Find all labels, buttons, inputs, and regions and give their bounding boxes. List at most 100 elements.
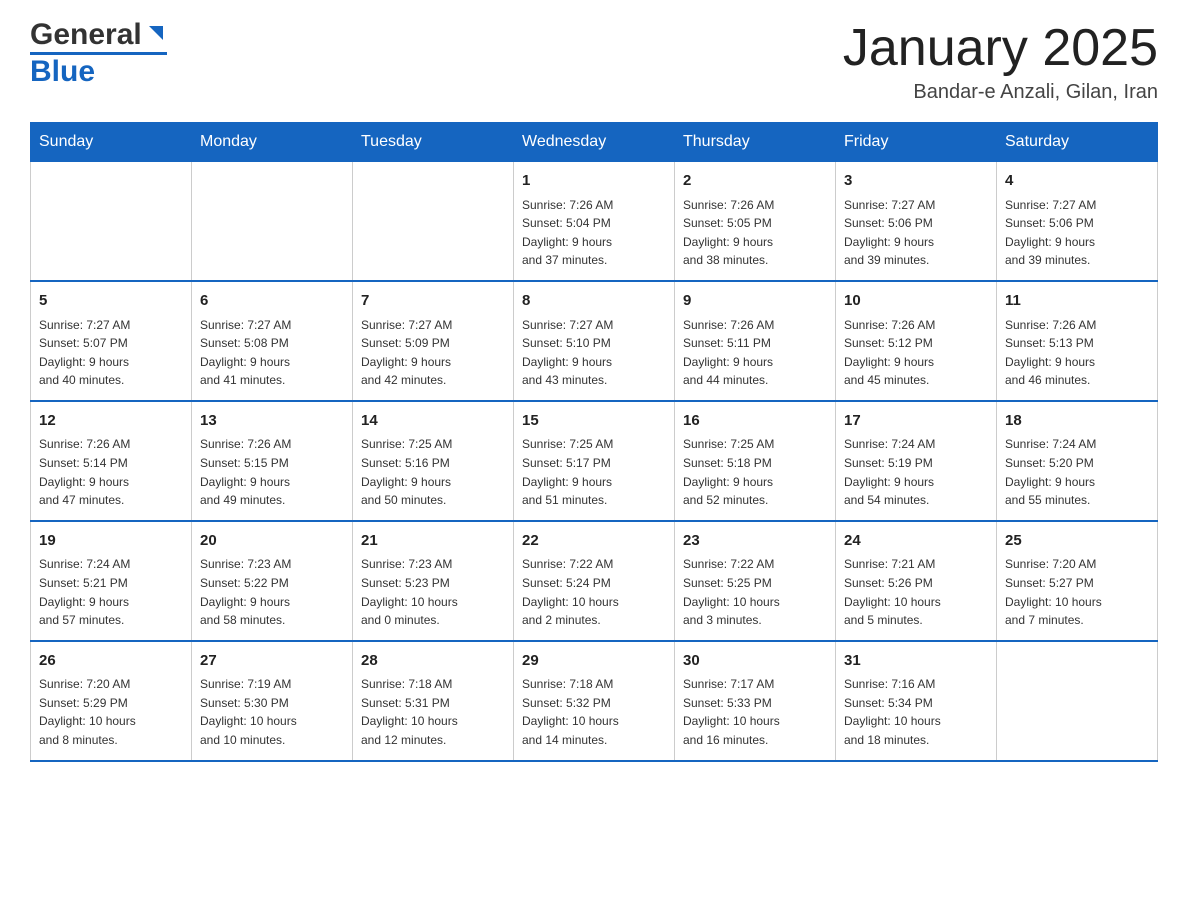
calendar-cell: 23Sunrise: 7:22 AMSunset: 5:25 PMDayligh…: [675, 521, 836, 641]
calendar-cell: 30Sunrise: 7:17 AMSunset: 5:33 PMDayligh…: [675, 641, 836, 761]
day-number: 24: [844, 530, 988, 553]
day-number: 17: [844, 410, 988, 433]
day-info: Sunrise: 7:25 AMSunset: 5:18 PMDaylight:…: [683, 435, 827, 509]
day-number: 13: [200, 410, 344, 433]
calendar-week-row: 19Sunrise: 7:24 AMSunset: 5:21 PMDayligh…: [31, 521, 1158, 641]
day-info: Sunrise: 7:26 AMSunset: 5:04 PMDaylight:…: [522, 196, 666, 270]
calendar-cell: 24Sunrise: 7:21 AMSunset: 5:26 PMDayligh…: [836, 521, 997, 641]
day-number: 4: [1005, 170, 1149, 193]
day-info: Sunrise: 7:26 AMSunset: 5:14 PMDaylight:…: [39, 435, 183, 509]
calendar-cell: 11Sunrise: 7:26 AMSunset: 5:13 PMDayligh…: [997, 281, 1158, 401]
calendar-title: January 2025: [843, 20, 1158, 77]
day-info: Sunrise: 7:20 AMSunset: 5:29 PMDaylight:…: [39, 675, 183, 749]
day-number: 7: [361, 290, 505, 313]
calendar-week-row: 26Sunrise: 7:20 AMSunset: 5:29 PMDayligh…: [31, 641, 1158, 761]
day-number: 20: [200, 530, 344, 553]
day-number: 16: [683, 410, 827, 433]
calendar-cell: [997, 641, 1158, 761]
calendar-cell: 20Sunrise: 7:23 AMSunset: 5:22 PMDayligh…: [192, 521, 353, 641]
calendar-week-row: 5 Sunrise: 7:27 AMSunset: 5:07 PMDaylight…: [31, 281, 1158, 401]
day-info: Sunrise: 7:27 AMSunset: 5:06 PMDaylight:…: [844, 196, 988, 270]
day-info: Sunrise: 7:18 AMSunset: 5:31 PMDaylight:…: [361, 675, 505, 749]
day-info: Sunrise: 7:23 AMSunset: 5:23 PMDaylight:…: [361, 555, 505, 629]
day-info: Sunrise: 7:24 AMSunset: 5:19 PMDaylight:…: [844, 435, 988, 509]
calendar-cell: [31, 162, 192, 281]
day-info: Sunrise: 7:26 AMSunset: 5:15 PMDaylight:…: [200, 435, 344, 509]
calendar-cell: 4 Sunrise: 7:27 AMSunset: 5:06 PMDaylight…: [997, 162, 1158, 281]
day-number: 5: [39, 290, 183, 313]
day-number: 2: [683, 170, 827, 193]
day-info: Sunrise: 7:25 AMSunset: 5:17 PMDaylight:…: [522, 435, 666, 509]
day-number: 3: [844, 170, 988, 193]
calendar-cell: [353, 162, 514, 281]
day-number: 29: [522, 650, 666, 673]
day-number: 21: [361, 530, 505, 553]
calendar-header: Sunday Monday Tuesday Wednesday Thursday…: [31, 123, 1158, 162]
day-info: Sunrise: 7:26 AMSunset: 5:12 PMDaylight:…: [844, 316, 988, 390]
calendar-cell: 31Sunrise: 7:16 AMSunset: 5:34 PMDayligh…: [836, 641, 997, 761]
calendar-cell: 2 Sunrise: 7:26 AMSunset: 5:05 PMDaylight…: [675, 162, 836, 281]
day-number: 6: [200, 290, 344, 313]
header-friday: Friday: [836, 123, 997, 162]
calendar-week-row: 1 Sunrise: 7:26 AMSunset: 5:04 PMDaylight…: [31, 162, 1158, 281]
day-info: Sunrise: 7:20 AMSunset: 5:27 PMDaylight:…: [1005, 555, 1149, 629]
logo-blue: Blue: [30, 55, 95, 89]
day-info: Sunrise: 7:19 AMSunset: 5:30 PMDaylight:…: [200, 675, 344, 749]
day-number: 28: [361, 650, 505, 673]
calendar-cell: 6 Sunrise: 7:27 AMSunset: 5:08 PMDaylight…: [192, 281, 353, 401]
title-area: January 2025 Bandar-e Anzali, Gilan, Ira…: [843, 20, 1158, 104]
day-number: 14: [361, 410, 505, 433]
day-number: 10: [844, 290, 988, 313]
calendar-cell: 28Sunrise: 7:18 AMSunset: 5:31 PMDayligh…: [353, 641, 514, 761]
day-info: Sunrise: 7:24 AMSunset: 5:21 PMDaylight:…: [39, 555, 183, 629]
calendar-subtitle: Bandar-e Anzali, Gilan, Iran: [843, 81, 1158, 104]
calendar-cell: 15Sunrise: 7:25 AMSunset: 5:17 PMDayligh…: [514, 401, 675, 521]
day-info: Sunrise: 7:22 AMSunset: 5:24 PMDaylight:…: [522, 555, 666, 629]
day-info: Sunrise: 7:26 AMSunset: 5:13 PMDaylight:…: [1005, 316, 1149, 390]
calendar-cell: 3 Sunrise: 7:27 AMSunset: 5:06 PMDaylight…: [836, 162, 997, 281]
day-info: Sunrise: 7:26 AMSunset: 5:05 PMDaylight:…: [683, 196, 827, 270]
calendar-cell: 8Sunrise: 7:27 AMSunset: 5:10 PMDaylight…: [514, 281, 675, 401]
header-monday: Monday: [192, 123, 353, 162]
day-number: 8: [522, 290, 666, 313]
calendar-table: Sunday Monday Tuesday Wednesday Thursday…: [30, 122, 1158, 761]
calendar-cell: 1 Sunrise: 7:26 AMSunset: 5:04 PMDaylight…: [514, 162, 675, 281]
day-number: 12: [39, 410, 183, 433]
day-number: 30: [683, 650, 827, 673]
day-info: Sunrise: 7:27 AMSunset: 5:09 PMDaylight:…: [361, 316, 505, 390]
day-info: Sunrise: 7:26 AMSunset: 5:11 PMDaylight:…: [683, 316, 827, 390]
day-info: Sunrise: 7:25 AMSunset: 5:16 PMDaylight:…: [361, 435, 505, 509]
day-info: Sunrise: 7:18 AMSunset: 5:32 PMDaylight:…: [522, 675, 666, 749]
calendar-cell: 17Sunrise: 7:24 AMSunset: 5:19 PMDayligh…: [836, 401, 997, 521]
day-number: 31: [844, 650, 988, 673]
day-info: Sunrise: 7:24 AMSunset: 5:20 PMDaylight:…: [1005, 435, 1149, 509]
day-info: Sunrise: 7:27 AMSunset: 5:08 PMDaylight:…: [200, 316, 344, 390]
day-number: 23: [683, 530, 827, 553]
day-number: 1: [522, 170, 666, 193]
day-info: Sunrise: 7:21 AMSunset: 5:26 PMDaylight:…: [844, 555, 988, 629]
day-info: Sunrise: 7:27 AMSunset: 5:06 PMDaylight:…: [1005, 196, 1149, 270]
calendar-cell: 12Sunrise: 7:26 AMSunset: 5:14 PMDayligh…: [31, 401, 192, 521]
day-info: Sunrise: 7:27 AMSunset: 5:07 PMDaylight:…: [39, 316, 183, 390]
day-number: 27: [200, 650, 344, 673]
calendar-cell: 16Sunrise: 7:25 AMSunset: 5:18 PMDayligh…: [675, 401, 836, 521]
logo: General Blue: [30, 20, 167, 89]
calendar-body: 1 Sunrise: 7:26 AMSunset: 5:04 PMDaylight…: [31, 162, 1158, 761]
calendar-week-row: 12Sunrise: 7:26 AMSunset: 5:14 PMDayligh…: [31, 401, 1158, 521]
header: General Blue January 2025 Bandar-e Anzal…: [30, 20, 1158, 104]
calendar-cell: [192, 162, 353, 281]
calendar-cell: 29Sunrise: 7:18 AMSunset: 5:32 PMDayligh…: [514, 641, 675, 761]
day-number: 19: [39, 530, 183, 553]
day-number: 22: [522, 530, 666, 553]
day-info: Sunrise: 7:16 AMSunset: 5:34 PMDaylight:…: [844, 675, 988, 749]
calendar-cell: 22Sunrise: 7:22 AMSunset: 5:24 PMDayligh…: [514, 521, 675, 641]
day-info: Sunrise: 7:23 AMSunset: 5:22 PMDaylight:…: [200, 555, 344, 629]
calendar-cell: 21Sunrise: 7:23 AMSunset: 5:23 PMDayligh…: [353, 521, 514, 641]
day-info: Sunrise: 7:22 AMSunset: 5:25 PMDaylight:…: [683, 555, 827, 629]
calendar-cell: 13Sunrise: 7:26 AMSunset: 5:15 PMDayligh…: [192, 401, 353, 521]
logo-general: General: [30, 20, 142, 50]
calendar-cell: 26Sunrise: 7:20 AMSunset: 5:29 PMDayligh…: [31, 641, 192, 761]
header-wednesday: Wednesday: [514, 123, 675, 162]
day-number: 26: [39, 650, 183, 673]
header-tuesday: Tuesday: [353, 123, 514, 162]
